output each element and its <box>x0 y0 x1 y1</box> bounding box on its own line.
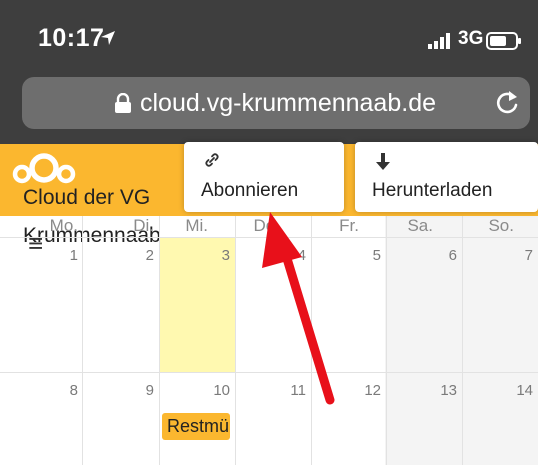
month-calendar: Mo. Di. Mi. Do. Fr. Sa. So. 1 2 3 4 5 6 … <box>0 216 538 465</box>
download-label: Herunterladen <box>372 180 493 201</box>
weekday-header: Di. <box>133 216 154 235</box>
day-number[interactable]: 10 <box>210 382 230 399</box>
reload-icon[interactable] <box>492 88 522 118</box>
location-arrow-icon <box>101 31 115 45</box>
status-time: 10:17 <box>38 24 105 52</box>
grid-line <box>82 216 83 465</box>
grid-line <box>462 216 463 465</box>
day-number[interactable]: 12 <box>361 382 381 399</box>
day-number[interactable]: 8 <box>58 382 78 399</box>
download-menu-item[interactable]: Herunterladen <box>355 142 538 212</box>
weekday-header: Mi. <box>185 216 208 235</box>
battery-icon <box>486 32 521 50</box>
url-text[interactable]: cloud.vg-krummennaab.de <box>140 89 436 118</box>
day-number[interactable]: 5 <box>361 247 381 264</box>
day-number[interactable]: 3 <box>210 247 230 264</box>
calendar-event[interactable]: Restmüll <box>162 413 230 440</box>
day-number[interactable]: 13 <box>437 382 457 399</box>
link-icon <box>205 153 219 167</box>
grid-line <box>159 216 160 465</box>
grid-line <box>386 216 387 465</box>
weekday-header: Do. <box>253 216 280 235</box>
hamburger-menu-icon[interactable]: ≡ <box>28 230 43 256</box>
download-icon <box>376 153 390 170</box>
weekday-header: Fr. <box>339 216 359 235</box>
lock-icon <box>115 93 131 113</box>
day-number[interactable]: 11 <box>286 382 306 399</box>
subscribe-menu-item[interactable]: Abonnieren <box>184 142 344 212</box>
day-number[interactable]: 4 <box>286 247 306 264</box>
grid-line <box>311 216 312 465</box>
subscribe-label: Abonnieren <box>201 180 299 201</box>
weekday-header: So. <box>488 216 514 235</box>
day-number[interactable]: 9 <box>134 382 154 399</box>
day-number[interactable]: 1 <box>58 247 78 264</box>
day-number[interactable]: 2 <box>134 247 154 264</box>
day-number[interactable]: 14 <box>513 382 533 399</box>
weekday-header: Sa. <box>407 216 433 235</box>
grid-line <box>235 216 236 465</box>
grid-line <box>0 372 538 373</box>
network-type: 3G <box>458 28 484 49</box>
day-number[interactable]: 6 <box>437 247 457 264</box>
day-number[interactable]: 7 <box>513 247 533 264</box>
signal-icon <box>428 33 450 49</box>
